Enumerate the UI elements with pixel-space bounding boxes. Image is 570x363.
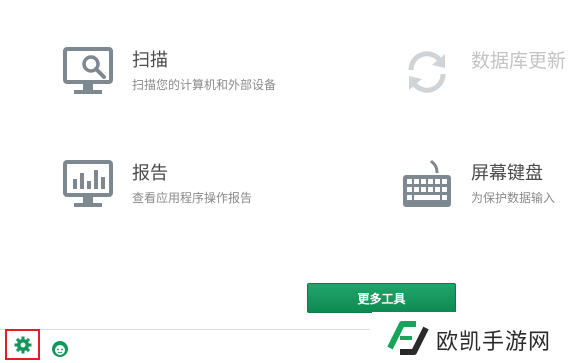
keyboard-icon bbox=[403, 159, 451, 207]
database-update-title: 数据库更新 bbox=[471, 50, 567, 72]
support-avatar-button[interactable] bbox=[51, 340, 69, 358]
keyboard-title: 屏幕键盘 bbox=[471, 163, 543, 184]
refresh-icon bbox=[408, 51, 446, 93]
monitor-magnifier-icon bbox=[63, 47, 113, 94]
gear-icon bbox=[14, 336, 31, 353]
scan-title: 扫描 bbox=[132, 50, 168, 71]
footer-divider bbox=[0, 329, 370, 330]
monitor-chart-icon bbox=[63, 160, 113, 207]
watermark-logo-icon bbox=[387, 321, 429, 355]
report-description: 查看应用程序操作报告 bbox=[132, 191, 253, 205]
keyboard-description: 为保护数据输入 bbox=[471, 191, 556, 205]
more-tools-button[interactable]: 更多工具 bbox=[307, 283, 456, 313]
watermark: 欧凯手游网 bbox=[372, 312, 570, 363]
scan-description: 扫描您的计算机和外部设备 bbox=[132, 78, 277, 92]
settings-button[interactable] bbox=[5, 329, 40, 360]
report-title: 报告 bbox=[132, 163, 168, 184]
onscreen-keyboard-tile[interactable]: 屏幕键盘 为保护数据输入 bbox=[401, 159, 570, 219]
watermark-text: 欧凯手游网 bbox=[436, 330, 552, 355]
scan-tile[interactable]: 扫描 扫描您的计算机和外部设备 bbox=[62, 46, 342, 106]
database-update-tile[interactable]: 数据库更新 bbox=[401, 46, 570, 106]
report-tile[interactable]: 报告 查看应用程序操作报告 bbox=[62, 159, 342, 219]
support-avatar-icon bbox=[52, 341, 68, 357]
